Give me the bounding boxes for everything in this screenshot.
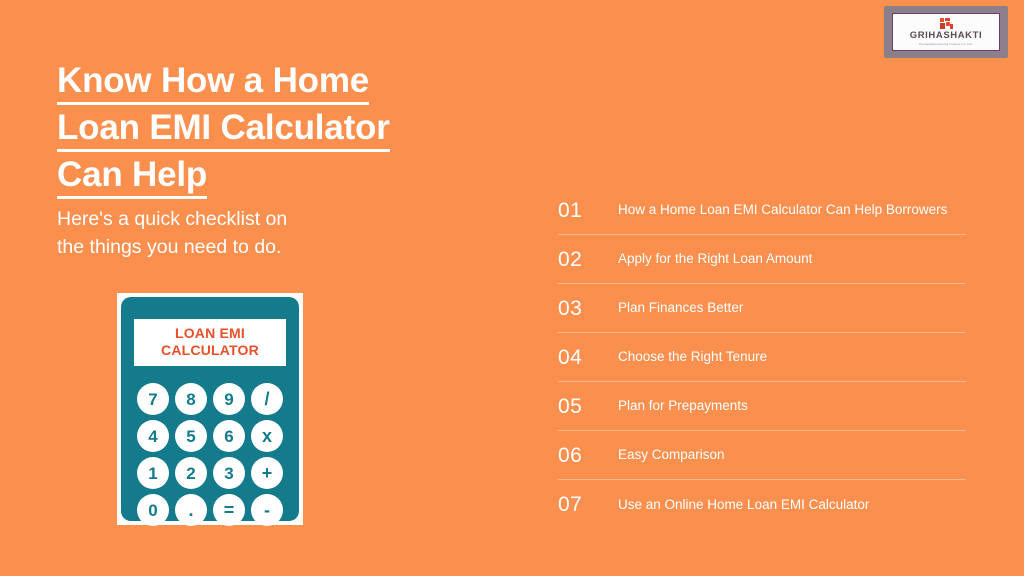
- calculator-key-6[interactable]: 6: [213, 420, 245, 452]
- checklist-item-number: 01: [558, 198, 583, 222]
- page-title-line-3: Can Help: [57, 151, 487, 199]
- calculator-keypad: 7 8 9/ 4 5 6 x 1 2 3 +0. = -: [137, 383, 283, 526]
- calculator-key-8[interactable]: 8: [175, 383, 207, 415]
- calculator-key-operator[interactable]: +: [251, 457, 283, 489]
- page-subtitle-line-1: Here's a quick checklist on: [57, 208, 288, 230]
- calculator-key-2[interactable]: 2: [175, 457, 207, 489]
- checklist-item-label: Use an Online Home Loan EMI Calculator: [618, 496, 870, 512]
- logo-inner-frame: GRIHASHAKTI Poonawalla Housing Finance C…: [892, 13, 1000, 51]
- calculator-body: LOAN EMI CALCULATOR 7 8 9/ 4 5 6 x 1 2 3 +0. = -: [121, 297, 299, 526]
- loan-emi-calculator-illustration: LOAN EMI CALCULATOR 7 8 9/ 4 5 6 x 1 2 3 +0. = -: [117, 293, 303, 526]
- calculator-key-9[interactable]: 9: [213, 383, 245, 415]
- calculator-key-0[interactable]: 0: [137, 494, 169, 526]
- calculator-key-5[interactable]: 5: [175, 420, 207, 452]
- checklist-item: 06 Easy Comparison: [558, 431, 966, 480]
- page-subtitle-line-2: the things you need to do.: [57, 236, 282, 258]
- grihashakti-squares-mark-icon: [939, 18, 953, 30]
- page-subtitle: Here's a quick checklist on the things y…: [57, 205, 387, 261]
- calculator-key-decimal[interactable]: .: [175, 494, 207, 526]
- calculator-key-operator[interactable]: -: [251, 494, 283, 526]
- calculator-key-equals[interactable]: =: [213, 494, 245, 526]
- calculator-key-operator[interactable]: /: [251, 383, 283, 415]
- calculator-key-3[interactable]: 3: [213, 457, 245, 489]
- checklist-item: 07 Use an Online Home Loan EMI Calculator: [558, 480, 966, 529]
- checklist-item: 04 Choose the Right Tenure: [558, 333, 966, 382]
- checklist-item-label: Easy Comparison: [618, 447, 725, 462]
- page-title: Know How a Home Loan EMI Calculator Can …: [57, 57, 487, 199]
- calculator-display-line-2: CALCULATOR: [161, 342, 259, 358]
- calculator-display-line-1: LOAN EMI: [174, 325, 246, 341]
- checklist-item-number: 02: [558, 247, 583, 271]
- checklist: 01 How a Home Loan EMI Calculator Can Hel…: [558, 186, 966, 529]
- checklist-item-number: 03: [558, 296, 583, 320]
- checklist-item-number: 07: [558, 493, 583, 516]
- calculator-key-4[interactable]: 4: [137, 420, 169, 452]
- calculator-key-1[interactable]: 1: [137, 457, 169, 489]
- page-title-line-1: Know How a Home: [57, 57, 487, 105]
- slide-canvas: GRIHASHAKTI Poonawalla Housing Finance C…: [0, 0, 1024, 576]
- checklist-item-label: Apply for the Right Loan Amount: [618, 251, 813, 266]
- calculator-key-7[interactable]: 7: [137, 383, 169, 415]
- checklist-item-label: How a Home Loan EMI Calculator Can Help …: [618, 202, 948, 217]
- calculator-key-operator[interactable]: x: [251, 420, 283, 452]
- logo-tagline: Poonawalla Housing Finance Co. Ltd.: [919, 41, 973, 46]
- checklist-item: 02 Apply for the Right Loan Amount: [558, 235, 966, 284]
- brand-logo-stamp: GRIHASHAKTI Poonawalla Housing Finance C…: [884, 6, 1008, 58]
- checklist-item-number: 05: [558, 394, 583, 418]
- checklist-item: 01 How a Home Loan EMI Calculator Can Hel…: [558, 186, 966, 235]
- logo-wordmark: GRIHASHAKTI: [909, 30, 983, 42]
- checklist-item: 05 Plan for Prepayments: [558, 382, 966, 431]
- checklist-item: 03 Plan Finances Better: [558, 284, 966, 333]
- calculator-display: LOAN EMI CALCULATOR: [134, 319, 286, 366]
- checklist-item-label: Plan Finances Better: [618, 300, 744, 315]
- checklist-item-label: Plan for Prepayments: [618, 398, 748, 413]
- checklist-item-label: Choose the Right Tenure: [618, 349, 768, 364]
- page-title-line-2: Loan EMI Calculator: [57, 104, 487, 152]
- checklist-item-number: 04: [558, 345, 583, 369]
- checklist-item-number: 06: [558, 443, 583, 467]
